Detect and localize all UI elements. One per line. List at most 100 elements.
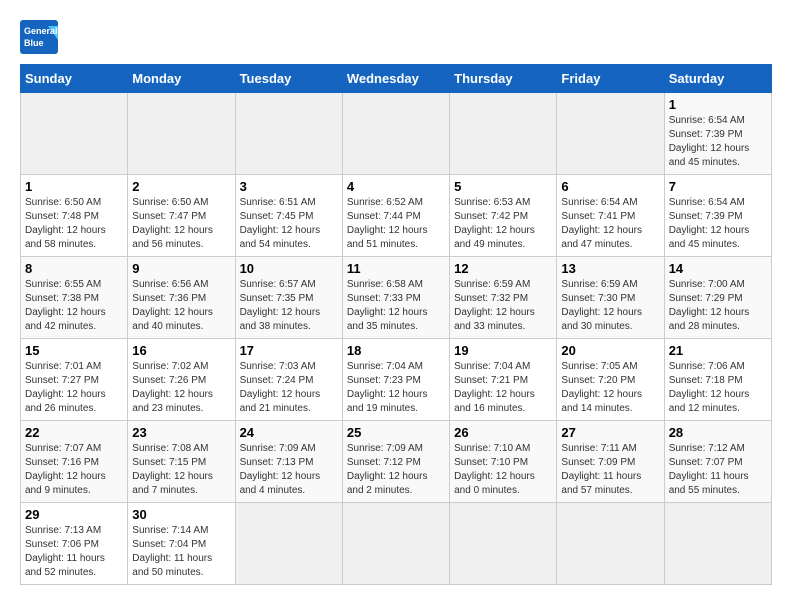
calendar-body: 1 Sunrise: 6:54 AMSunset: 7:39 PMDaylight… [21,93,772,585]
day-number: 6 [561,179,659,194]
day-number: 7 [669,179,767,194]
day-number: 4 [347,179,445,194]
calendar-cell: 6Sunrise: 6:54 AMSunset: 7:41 PMDaylight… [557,175,664,257]
day-info: Sunrise: 7:13 AMSunset: 7:06 PMDaylight:… [25,524,123,580]
day-number: 16 [132,343,230,358]
calendar-week-4: 15Sunrise: 7:01 AMSunset: 7:27 PMDayligh… [21,339,772,421]
calendar-cell: 14 Sunrise: 7:00 AMSunset: 7:29 PMDayligh… [664,257,771,339]
calendar-cell: 1Sunrise: 6:54 AMSunset: 7:39 PMDaylight… [664,93,771,175]
calendar-cell: 28 Sunrise: 7:12 AMSunset: 7:07 PMDayligh… [664,421,771,503]
day-info: Sunrise: 7:08 AMSunset: 7:15 PMDaylight:… [132,442,230,498]
calendar-week-6: 29 Sunrise: 7:13 AMSunset: 7:06 PMDayligh… [21,503,772,585]
day-number: 29 [25,507,123,522]
calendar-week-1: 1Sunrise: 6:54 AMSunset: 7:39 PMDaylight… [21,93,772,175]
day-info: Sunrise: 7:11 AMSunset: 7:09 PMDaylight:… [561,442,659,498]
day-number: 22 [25,425,123,440]
svg-text:Blue: Blue [24,38,44,48]
day-header-monday: Monday [128,65,235,93]
calendar-cell: 24Sunrise: 7:09 AMSunset: 7:13 PMDayligh… [235,421,342,503]
calendar-cell: 5 Sunrise: 6:53 AMSunset: 7:42 PMDaylight… [450,175,557,257]
calendar-cell: 18 Sunrise: 7:04 AMSunset: 7:23 PMDayligh… [342,339,449,421]
day-info: Sunrise: 6:51 AMSunset: 7:45 PMDaylight:… [240,196,338,252]
calendar-cell: 23Sunrise: 7:08 AMSunset: 7:15 PMDayligh… [128,421,235,503]
calendar-cell: 19 Sunrise: 7:04 AMSunset: 7:21 PMDayligh… [450,339,557,421]
day-number: 8 [25,261,123,276]
day-header-sunday: Sunday [21,65,128,93]
day-number: 1 [669,97,767,112]
calendar-cell: 8 Sunrise: 6:55 AMSunset: 7:38 PMDaylight… [21,257,128,339]
day-info: Sunrise: 7:02 AMSunset: 7:26 PMDaylight:… [132,360,230,416]
calendar-cell [342,93,449,175]
day-info: Sunrise: 7:05 AMSunset: 7:20 PMDaylight:… [561,360,659,416]
day-number: 2 [132,179,230,194]
day-info: Sunrise: 6:59 AMSunset: 7:30 PMDaylight:… [561,278,659,334]
calendar-cell: 30Sunrise: 7:14 AMSunset: 7:04 PMDayligh… [128,503,235,585]
calendar-cell: 3 Sunrise: 6:51 AMSunset: 7:45 PMDaylight… [235,175,342,257]
day-number: 14 [669,261,767,276]
day-info: Sunrise: 7:00 AMSunset: 7:29 PMDaylight:… [669,278,767,334]
day-info: Sunrise: 6:50 AMSunset: 7:47 PMDaylight:… [132,196,230,252]
day-number: 10 [240,261,338,276]
day-info: Sunrise: 6:53 AMSunset: 7:42 PMDaylight:… [454,196,552,252]
calendar-cell: 2 Sunrise: 6:50 AMSunset: 7:47 PMDaylight… [128,175,235,257]
day-header-friday: Friday [557,65,664,93]
calendar-cell: 22Sunrise: 7:07 AMSunset: 7:16 PMDayligh… [21,421,128,503]
day-info: Sunrise: 7:04 AMSunset: 7:23 PMDaylight:… [347,360,445,416]
day-number: 25 [347,425,445,440]
day-info: Sunrise: 7:12 AMSunset: 7:07 PMDaylight:… [669,442,767,498]
calendar-cell: 12 Sunrise: 6:59 AMSunset: 7:32 PMDayligh… [450,257,557,339]
day-info: Sunrise: 6:55 AMSunset: 7:38 PMDaylight:… [25,278,123,334]
day-header-thursday: Thursday [450,65,557,93]
day-number: 15 [25,343,123,358]
calendar-cell [342,503,449,585]
day-number: 12 [454,261,552,276]
day-info: Sunrise: 6:58 AMSunset: 7:33 PMDaylight:… [347,278,445,334]
day-number: 11 [347,261,445,276]
day-info: Sunrise: 7:09 AMSunset: 7:12 PMDaylight:… [347,442,445,498]
calendar-cell [664,503,771,585]
day-number: 17 [240,343,338,358]
day-number: 30 [132,507,230,522]
day-number: 13 [561,261,659,276]
day-info: Sunrise: 6:52 AMSunset: 7:44 PMDaylight:… [347,196,445,252]
day-info: Sunrise: 6:59 AMSunset: 7:32 PMDaylight:… [454,278,552,334]
calendar-cell [557,503,664,585]
day-number: 24 [240,425,338,440]
day-number: 3 [240,179,338,194]
calendar-cell [450,503,557,585]
day-info: Sunrise: 7:04 AMSunset: 7:21 PMDaylight:… [454,360,552,416]
logo: General Blue [20,20,58,54]
day-number: 5 [454,179,552,194]
calendar-header: SundayMondayTuesdayWednesdayThursdayFrid… [21,65,772,93]
day-number: 28 [669,425,767,440]
day-number: 1 [25,179,123,194]
calendar-cell: 13 Sunrise: 6:59 AMSunset: 7:30 PMDayligh… [557,257,664,339]
day-info: Sunrise: 7:06 AMSunset: 7:18 PMDaylight:… [669,360,767,416]
logo-icon: General Blue [20,20,58,54]
calendar-cell [450,93,557,175]
calendar-week-5: 22Sunrise: 7:07 AMSunset: 7:16 PMDayligh… [21,421,772,503]
day-info: Sunrise: 6:56 AMSunset: 7:36 PMDaylight:… [132,278,230,334]
svg-text:General: General [24,26,58,36]
calendar-cell: 25 Sunrise: 7:09 AMSunset: 7:12 PMDayligh… [342,421,449,503]
day-header-wednesday: Wednesday [342,65,449,93]
day-info: Sunrise: 6:57 AMSunset: 7:35 PMDaylight:… [240,278,338,334]
day-number: 18 [347,343,445,358]
calendar-cell: 9Sunrise: 6:56 AMSunset: 7:36 PMDaylight… [128,257,235,339]
calendar-cell: 16 Sunrise: 7:02 AMSunset: 7:26 PMDayligh… [128,339,235,421]
calendar-cell [128,93,235,175]
day-header-tuesday: Tuesday [235,65,342,93]
calendar-cell: 26Sunrise: 7:10 AMSunset: 7:10 PMDayligh… [450,421,557,503]
calendar-cell [235,503,342,585]
calendar-cell: 11 Sunrise: 6:58 AMSunset: 7:33 PMDayligh… [342,257,449,339]
day-number: 19 [454,343,552,358]
day-info: Sunrise: 6:54 AMSunset: 7:39 PMDaylight:… [669,196,767,252]
calendar-cell: 10 Sunrise: 6:57 AMSunset: 7:35 PMDayligh… [235,257,342,339]
calendar-cell [235,93,342,175]
calendar-table: SundayMondayTuesdayWednesdayThursdayFrid… [20,64,772,585]
calendar-cell: 27Sunrise: 7:11 AMSunset: 7:09 PMDayligh… [557,421,664,503]
day-number: 20 [561,343,659,358]
day-number: 21 [669,343,767,358]
calendar-week-2: 1Sunrise: 6:50 AMSunset: 7:48 PMDaylight… [21,175,772,257]
day-number: 26 [454,425,552,440]
